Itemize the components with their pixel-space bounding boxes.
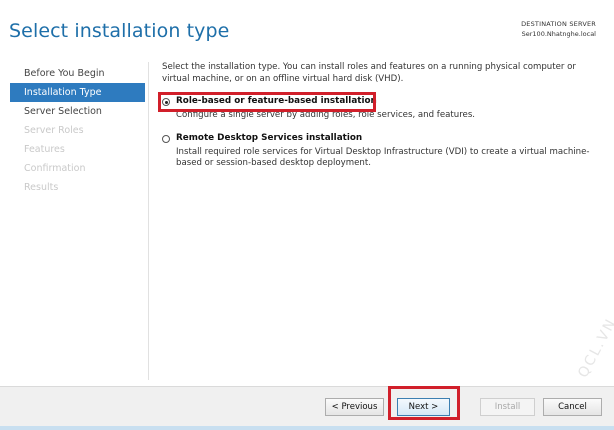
destination-server-name: Ser100.Nhatnghe.local [521, 30, 596, 38]
nav-item-before-you-begin[interactable]: Before You Begin [10, 64, 145, 83]
nav-item-installation-type[interactable]: Installation Type [10, 83, 145, 102]
footer-accent-strip [0, 426, 614, 430]
wizard-footer: < Previous Next > Install Cancel [0, 386, 614, 430]
destination-server-label: DESTINATION SERVER [521, 20, 596, 28]
installation-type-panel: Select the installation type. You can in… [162, 62, 604, 170]
radio-role-based[interactable] [162, 98, 170, 106]
install-button: Install [480, 398, 535, 416]
watermark-text: QCL.VN [575, 315, 614, 381]
next-button[interactable]: Next > [397, 398, 450, 416]
nav-divider [148, 62, 149, 380]
previous-button[interactable]: < Previous [325, 398, 384, 416]
wizard-nav: Before You Begin Installation Type Serve… [10, 64, 145, 197]
nav-item-server-roles: Server Roles [24, 125, 84, 136]
nav-item-results: Results [24, 182, 59, 193]
nav-item-server-selection[interactable]: Server Selection [10, 102, 145, 121]
wizard-header: Select installation type DESTINATION SER… [0, 0, 614, 56]
option-role-based-description: Configure a single server by adding role… [176, 110, 476, 120]
option-remote-desktop-description: Install required role services for Virtu… [176, 146, 590, 169]
nav-item-confirmation: Confirmation [24, 163, 86, 174]
destination-server-info: DESTINATION SERVER Ser100.Nhatnghe.local [521, 19, 596, 39]
option-role-based[interactable]: Role-based or feature-based installation… [162, 95, 604, 122]
intro-text: Select the installation type. You can in… [162, 62, 576, 84]
option-remote-desktop-label[interactable]: Remote Desktop Services installation [176, 133, 362, 145]
page-title: Select installation type [9, 20, 230, 42]
cancel-button[interactable]: Cancel [543, 398, 602, 416]
option-remote-desktop[interactable]: Remote Desktop Services installation Ins… [162, 132, 604, 170]
option-role-based-label[interactable]: Role-based or feature-based installation [176, 96, 377, 108]
radio-remote-desktop[interactable] [162, 134, 170, 143]
nav-item-features: Features [24, 144, 65, 155]
